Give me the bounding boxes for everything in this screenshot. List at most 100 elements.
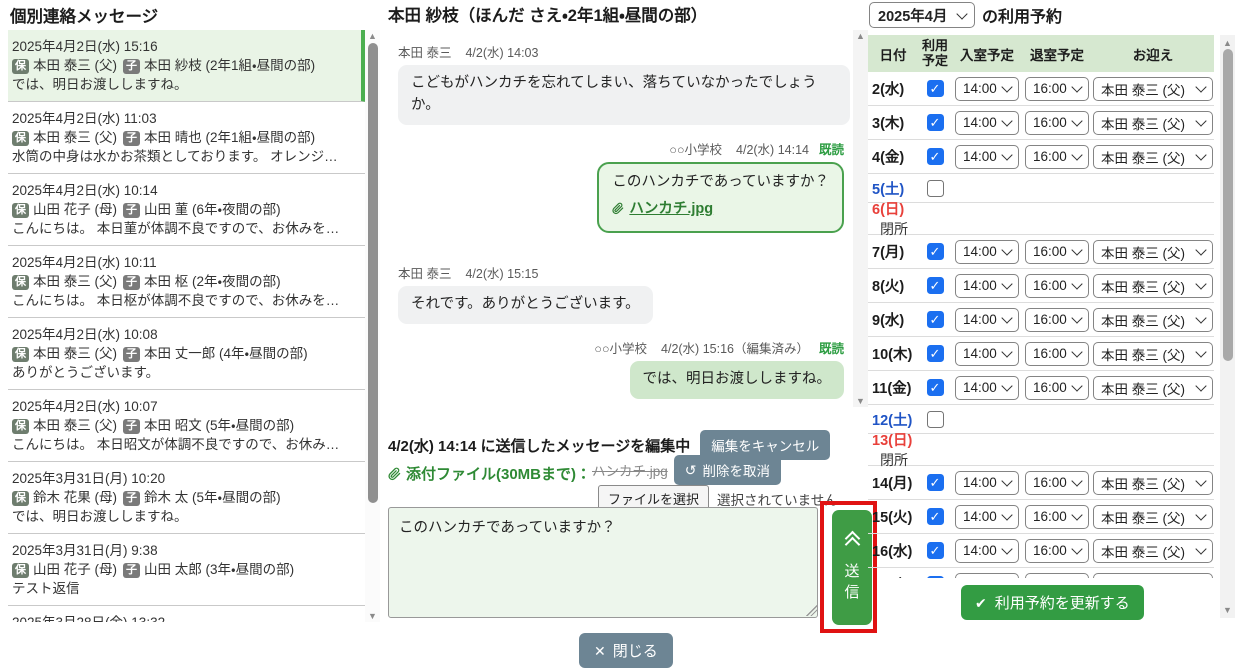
pickup-person-select[interactable]: 本田 泰三 (父)	[1093, 341, 1213, 366]
chevron-down-icon	[1195, 115, 1207, 127]
scroll-down-icon[interactable]: ▼	[853, 395, 868, 407]
usage-checkbox[interactable]: ✓	[926, 345, 944, 362]
undo-delete-button[interactable]: ↺ 削除を取消	[673, 455, 782, 485]
chevron-down-icon	[1001, 278, 1013, 290]
usage-checkbox[interactable]: ✓	[926, 379, 944, 396]
pickup-person-select[interactable]: 本田 泰三 (父)	[1093, 239, 1213, 264]
checkin-time-select[interactable]: 14:00	[955, 538, 1019, 563]
checkin-time-select[interactable]: 14:00	[955, 307, 1019, 332]
checkin-time-select[interactable]: 14:00	[955, 504, 1019, 529]
guardian-badge: 保	[12, 563, 29, 578]
checkin-time-select[interactable]: 14:00	[955, 76, 1019, 101]
reservation-row: 16(水) ✓ 14:00 16:00 本田 泰三 (父)	[868, 534, 1214, 568]
usage-checkbox[interactable]: ✓	[926, 508, 944, 525]
chevron-down-icon	[1071, 278, 1083, 290]
scroll-up-icon[interactable]: ▲	[853, 30, 868, 42]
undo-icon: ↺	[684, 462, 697, 478]
chevron-down-icon	[1195, 244, 1207, 256]
attachment-link[interactable]: ハンカチ.jpg	[629, 201, 713, 217]
month-select[interactable]: 2025年4月	[869, 2, 975, 28]
chevron-down-icon	[1195, 312, 1207, 324]
pickup-person-select[interactable]: 本田 泰三 (父)	[1093, 273, 1213, 298]
close-button[interactable]: ✕ 閉じる	[579, 633, 673, 668]
column-header-pickup: お迎え	[1132, 47, 1174, 63]
scroll-up-icon[interactable]: ▲	[1220, 37, 1235, 49]
checkin-time-select[interactable]: 14:00	[955, 470, 1019, 495]
guardian-badge: 保	[12, 131, 29, 146]
chat-scrollbar[interactable]: ▲ ▼	[853, 30, 868, 407]
pickup-person-select[interactable]: 本田 泰三 (父)	[1093, 144, 1213, 169]
send-button[interactable]: 送信	[832, 510, 872, 625]
reservation-scrollbar[interactable]: ▲ ▼	[1220, 35, 1235, 618]
update-reservations-button[interactable]: ✔ 利用予約を更新する	[961, 585, 1144, 620]
message-list-item[interactable]: 2025年4月2日(水) 11:03 保本田 泰三 (父) 子本田 晴也 (2年1…	[8, 102, 366, 174]
usage-checkbox[interactable]: ✓	[926, 311, 944, 328]
chevron-down-icon	[1195, 149, 1207, 161]
scroll-down-icon[interactable]: ▼	[365, 610, 380, 622]
usage-checkbox[interactable]	[926, 410, 944, 428]
usage-checkbox[interactable]: ✓	[926, 80, 944, 97]
checkout-time-select[interactable]: 16:00	[1025, 504, 1089, 529]
message-draft-textarea[interactable]: このハンカチであっていますか？	[388, 507, 818, 618]
checkin-time-select[interactable]: 14:00	[955, 375, 1019, 400]
pickup-person-select[interactable]: 本田 泰三 (父)	[1093, 572, 1213, 578]
usage-checkbox[interactable]: ✓	[926, 277, 944, 294]
pickup-person-select[interactable]: 本田 泰三 (父)	[1093, 307, 1213, 332]
pickup-person-select[interactable]: 本田 泰三 (父)	[1093, 470, 1213, 495]
scroll-down-icon[interactable]: ▼	[1220, 604, 1235, 616]
message-list-title: 個別連絡メッセージ	[10, 8, 159, 26]
checkout-time-select[interactable]: 16:00	[1025, 341, 1089, 366]
scrollbar-thumb[interactable]	[1222, 49, 1233, 361]
message-list-item[interactable]: 2025年3月28日(金) 13:32	[8, 606, 366, 622]
usage-checkbox[interactable]: ✓	[926, 576, 944, 578]
message-bubble: こどもがハンカチを忘れてしまい、落ちていなかったでしょうか。	[398, 65, 850, 125]
checkin-time-select[interactable]: 14:00	[955, 144, 1019, 169]
message-list-item[interactable]: 2025年4月2日(水) 10:14 保山田 花子 (母) 子山田 菫 (6年・夜…	[8, 174, 366, 246]
message-list-item[interactable]: 2025年4月2日(水) 10:07 保本田 泰三 (父) 子本田 昭文 (5年・…	[8, 390, 366, 462]
message-list-item[interactable]: 2025年4月2日(水) 15:16 保本田 泰三 (父) 子本田 紗枝 (2年1…	[8, 30, 366, 102]
scroll-up-icon[interactable]: ▲	[365, 30, 380, 42]
reservation-row: 12(土)	[868, 405, 1214, 434]
chevron-down-icon	[1195, 380, 1207, 392]
chevron-down-icon	[1071, 115, 1083, 127]
usage-checkbox[interactable]: ✓	[926, 474, 944, 491]
pickup-person-select[interactable]: 本田 泰三 (父)	[1093, 538, 1213, 563]
checkout-time-select[interactable]: 16:00	[1025, 572, 1089, 578]
usage-checkbox[interactable]: ✓	[926, 243, 944, 260]
message-list-panel: 個別連絡メッセージ 2025年4月2日(水) 15:16 保本田 泰三 (父) 子…	[0, 0, 382, 669]
checkout-time-select[interactable]: 16:00	[1025, 375, 1089, 400]
chevron-down-icon	[1071, 81, 1083, 93]
pickup-person-select[interactable]: 本田 泰三 (父)	[1093, 110, 1213, 135]
message-list-scrollbar[interactable]: ▲ ▼	[365, 30, 380, 622]
reservation-row: 10(木) ✓ 14:00 16:00 本田 泰三 (父)	[868, 337, 1214, 371]
checkout-time-select[interactable]: 16:00	[1025, 144, 1089, 169]
checkin-time-select[interactable]: 14:00	[955, 572, 1019, 578]
checkout-time-select[interactable]: 16:00	[1025, 470, 1089, 495]
message-list-item[interactable]: 2025年3月31日(月) 9:38 保山田 花子 (母) 子山田 太郎 (3年・…	[8, 534, 366, 606]
checkout-time-select[interactable]: 16:00	[1025, 538, 1089, 563]
checkout-time-select[interactable]: 16:00	[1025, 76, 1089, 101]
checkout-time-select[interactable]: 16:00	[1025, 110, 1089, 135]
checkin-time-select[interactable]: 14:00	[955, 239, 1019, 264]
chat-message: ○○小学校 4/2(水) 15:16（編集済み） 既読 では、明日お渡ししますね。	[388, 338, 844, 399]
checkout-time-select[interactable]: 16:00	[1025, 239, 1089, 264]
checkout-time-select[interactable]: 16:00	[1025, 307, 1089, 332]
scrollbar-thumb[interactable]	[367, 43, 378, 503]
checkin-time-select[interactable]: 14:00	[955, 341, 1019, 366]
pickup-person-select[interactable]: 本田 泰三 (父)	[1093, 375, 1213, 400]
pickup-person-select[interactable]: 本田 泰三 (父)	[1093, 504, 1213, 529]
closed-label: 閉所	[880, 452, 908, 468]
checkin-time-select[interactable]: 14:00	[955, 273, 1019, 298]
checkin-time-select[interactable]: 14:00	[955, 110, 1019, 135]
usage-checkbox[interactable]: ✓	[926, 114, 944, 131]
checkout-time-select[interactable]: 16:00	[1025, 273, 1089, 298]
chevron-down-icon	[1195, 475, 1207, 487]
usage-checkbox[interactable]: ✓	[926, 148, 944, 165]
usage-checkbox[interactable]: ✓	[926, 542, 944, 559]
usage-checkbox[interactable]	[926, 179, 944, 197]
message-list-item[interactable]: 2025年3月31日(月) 10:20 保鈴木 花果 (母) 子鈴木 太 (5年・…	[8, 462, 366, 534]
textarea-resize-handle[interactable]	[806, 605, 817, 616]
message-list-item[interactable]: 2025年4月2日(水) 10:08 保本田 泰三 (父) 子本田 丈一郎 (4年…	[8, 318, 366, 390]
pickup-person-select[interactable]: 本田 泰三 (父)	[1093, 76, 1213, 101]
message-list-item[interactable]: 2025年4月2日(水) 10:11 保本田 泰三 (父) 子本田 枢 (2年・夜…	[8, 246, 366, 318]
